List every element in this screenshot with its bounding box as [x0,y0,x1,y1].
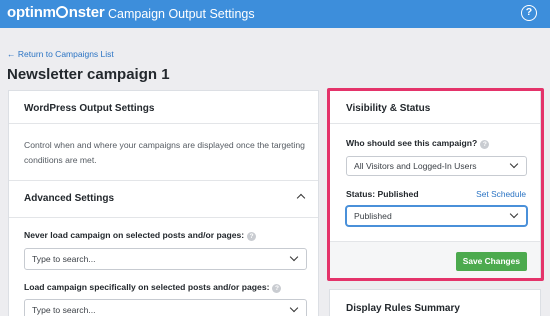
output-help-text: Control when and where your campaigns ar… [24,140,305,165]
never-load-label: Never load campaign on selected posts an… [24,230,257,241]
status-label: Status: Published [346,189,419,199]
advanced-settings-title: Advanced Settings [24,193,115,204]
return-to-campaigns-link[interactable]: ← Return to Campaigns List [7,49,114,59]
advanced-settings-toggle[interactable]: Advanced Settings [9,180,318,218]
chevron-up-icon[interactable] [296,193,306,203]
status-select[interactable]: Published [346,206,527,226]
output-panel-header: WordPress Output Settings [9,91,318,124]
chevron-down-icon [289,303,299,313]
load-specific-label-text: Load campaign specifically on selected p… [24,282,270,292]
app-title: Campaign Output Settings [108,7,255,21]
load-specific-label: Load campaign specifically on selected p… [24,282,282,293]
who-should-see-label-text: Who should see this campaign? [346,138,478,148]
load-specific-placeholder: Type to search... [32,305,96,315]
logo-mark-icon [56,6,69,18]
chevron-down-icon [509,159,519,169]
page-title: Newsletter campaign 1 [7,66,170,83]
help-circle-icon[interactable]: ? [480,140,490,149]
help-circle-icon[interactable]: ? [247,232,257,241]
save-changes-button[interactable]: Save Changes [455,252,527,271]
top-bar: optinm nster Campaign Output Settings ? [0,0,550,28]
visibility-panel-footer: Save Changes [330,241,540,281]
output-panel-title: WordPress Output Settings [24,103,155,114]
never-load-label-text: Never load campaign on selected posts an… [24,230,245,240]
visibility-status-panel: Visibility & Status Who should see this … [329,90,541,281]
status-select-value: Published [354,211,392,221]
chevron-down-icon [289,252,299,262]
visibility-panel-header: Visibility & Status [330,91,540,124]
help-circle-icon[interactable]: ? [272,284,282,293]
help-icon[interactable]: ? [521,5,537,21]
load-specific-search-select[interactable]: Type to search... [24,299,307,316]
audience-select-value: All Visitors and Logged-In Users [354,161,477,171]
summary-panel-title: Display Rules Summary [346,303,460,314]
audience-select[interactable]: All Visitors and Logged-In Users [346,156,527,176]
logo-text-end: nster [68,4,105,21]
who-should-see-label: Who should see this campaign?? [346,138,490,149]
visibility-panel-title: Visibility & Status [346,103,431,114]
never-load-placeholder: Type to search... [32,254,96,264]
logo-text-start: optinm [7,4,56,21]
never-load-search-select[interactable]: Type to search... [24,248,307,270]
display-rules-summary-panel: Display Rules Summary [329,289,541,316]
chevron-down-icon [509,209,519,219]
wordpress-output-panel: WordPress Output Settings Control when a… [8,90,319,316]
set-schedule-link[interactable]: Set Schedule [476,189,526,199]
optinmonster-logo[interactable]: optinm nster [7,4,105,21]
